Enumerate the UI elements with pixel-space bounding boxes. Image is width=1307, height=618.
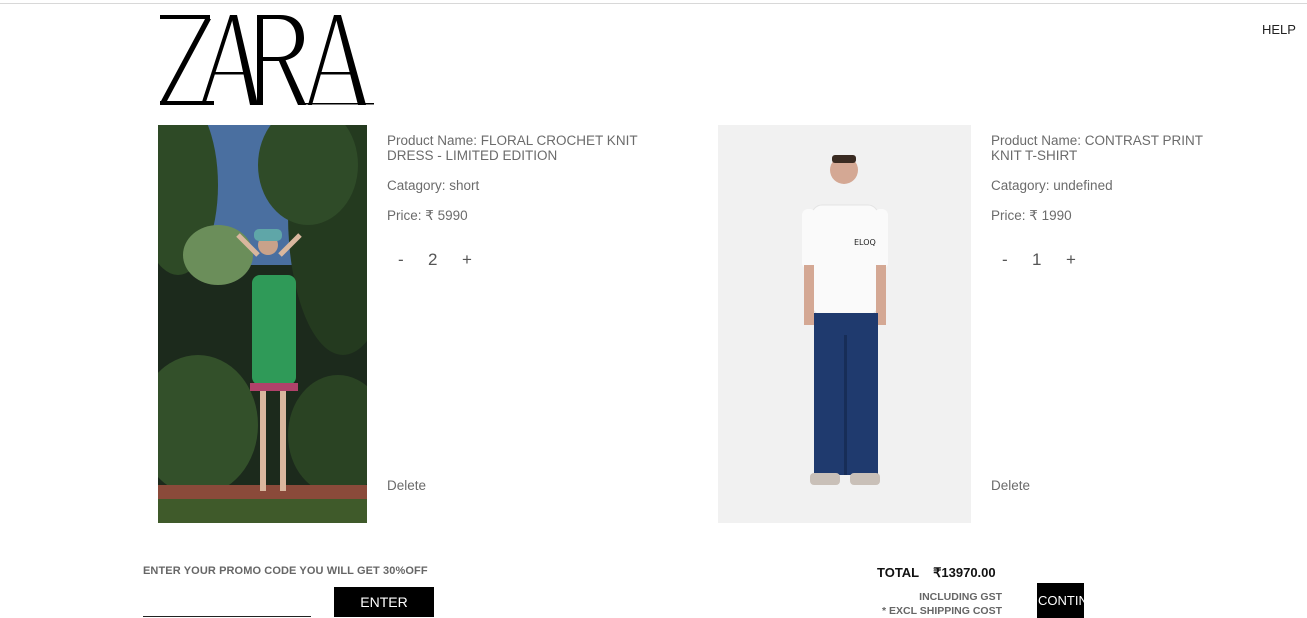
product-image-contrast-tshirt[interactable]: ELOQ: [718, 125, 971, 523]
quantity-stepper: - 2 +: [398, 250, 488, 270]
quantity-value: 1: [1032, 250, 1042, 269]
product-price: Price: ₹ 1990: [991, 208, 1072, 223]
decrement-button[interactable]: -: [398, 250, 404, 270]
product-category: Catagory: short: [387, 178, 480, 193]
product-image-floral-dress[interactable]: [158, 125, 367, 523]
enter-promo-button[interactable]: ENTER: [334, 587, 434, 617]
promo-label: ENTER YOUR PROMO CODE YOU WILL GET 30%OF…: [143, 565, 428, 577]
product-price: Price: ₹ 5990: [387, 208, 468, 223]
total-value: ₹13970.00: [933, 565, 996, 580]
svg-text:ELOQ: ELOQ: [854, 238, 876, 247]
tax-shipping-note: INCLUDING GST * EXCL SHIPPING COST: [876, 590, 1002, 618]
decrement-button[interactable]: -: [1002, 250, 1008, 270]
increment-button[interactable]: +: [1066, 250, 1076, 270]
total-row: TOTAL ₹13970.00: [877, 565, 996, 581]
delete-button[interactable]: Delete: [387, 478, 426, 493]
top-divider: [0, 3, 1307, 4]
gst-note: INCLUDING GST: [919, 591, 1002, 603]
product-name: Product Name: FLORAL CROCHET KNIT DRESS …: [387, 133, 638, 163]
product-name: Product Name: CONTRAST PRINT KNIT T-SHIR…: [991, 133, 1203, 163]
promo-code-input[interactable]: [143, 592, 311, 617]
zara-logo[interactable]: [158, 14, 374, 106]
quantity-value: 2: [428, 250, 438, 269]
delete-button[interactable]: Delete: [991, 478, 1030, 493]
product-info-1: Product Name: FLORAL CROCHET KNIT DRESS …: [387, 133, 647, 238]
total-label: TOTAL: [877, 565, 920, 580]
quantity-stepper: - 1 +: [1002, 250, 1092, 270]
help-link[interactable]: HELP: [1262, 22, 1296, 37]
increment-button[interactable]: +: [462, 250, 472, 270]
continue-button[interactable]: CONTINUE: [1037, 583, 1084, 618]
product-category: Catagory: undefined: [991, 178, 1113, 193]
shipping-note: * EXCL SHIPPING COST: [882, 605, 1002, 617]
product-info-2: Product Name: CONTRAST PRINT KNIT T-SHIR…: [991, 133, 1221, 238]
